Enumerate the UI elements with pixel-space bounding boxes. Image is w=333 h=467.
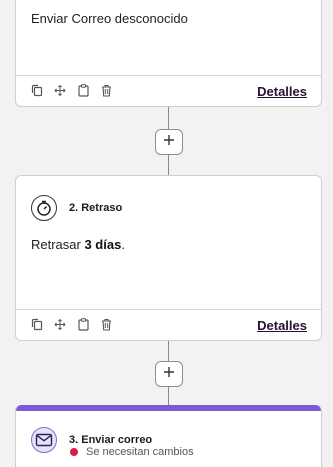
delay-duration: 3 días [84, 237, 122, 252]
step-title: 3. Enviar correo [69, 434, 153, 446]
stopwatch-icon [31, 195, 57, 221]
copy-icon[interactable] [31, 318, 43, 331]
clipboard-icon[interactable] [77, 84, 89, 97]
status-dot [70, 448, 78, 456]
add-step-button[interactable] [155, 129, 183, 155]
delay-suffix: . [121, 237, 125, 252]
workflow-canvas: Enviar Correo desconocido Detalles 2. Re… [0, 0, 333, 467]
trash-icon[interactable] [100, 84, 112, 97]
move-icon[interactable] [54, 84, 66, 97]
step-card-send-email-2[interactable]: 3. Enviar correo Se necesitan cambios [15, 405, 322, 467]
step-header: 2. Retraso [31, 195, 122, 221]
status-text: Se necesitan cambios [86, 446, 194, 458]
status-indicator: Se necesitan cambios [70, 446, 194, 458]
step-toolbar [31, 318, 123, 331]
details-link[interactable]: Detalles [257, 84, 307, 99]
envelope-icon [31, 427, 57, 453]
step-footer: Detalles [16, 75, 321, 106]
trash-icon[interactable] [100, 318, 112, 331]
delay-prefix: Retrasar [31, 237, 85, 252]
step-title: 2. Retraso [69, 202, 123, 214]
clipboard-icon[interactable] [77, 318, 89, 331]
move-icon[interactable] [54, 318, 66, 331]
step-description: Enviar Correo desconocido [31, 11, 188, 26]
step-card-send-email[interactable]: Enviar Correo desconocido Detalles [15, 0, 322, 107]
add-step-button[interactable] [155, 361, 183, 387]
details-link[interactable]: Detalles [257, 318, 307, 333]
plus-icon [163, 133, 175, 151]
card-accent-bar [16, 405, 321, 411]
copy-icon[interactable] [31, 84, 43, 97]
step-description: Retrasar 3 días. [31, 237, 125, 253]
step-footer: Detalles [16, 309, 321, 340]
step-toolbar [31, 84, 123, 97]
plus-icon [163, 365, 175, 383]
step-card-delay[interactable]: 2. Retraso Retrasar 3 días. Detalles [15, 175, 322, 341]
